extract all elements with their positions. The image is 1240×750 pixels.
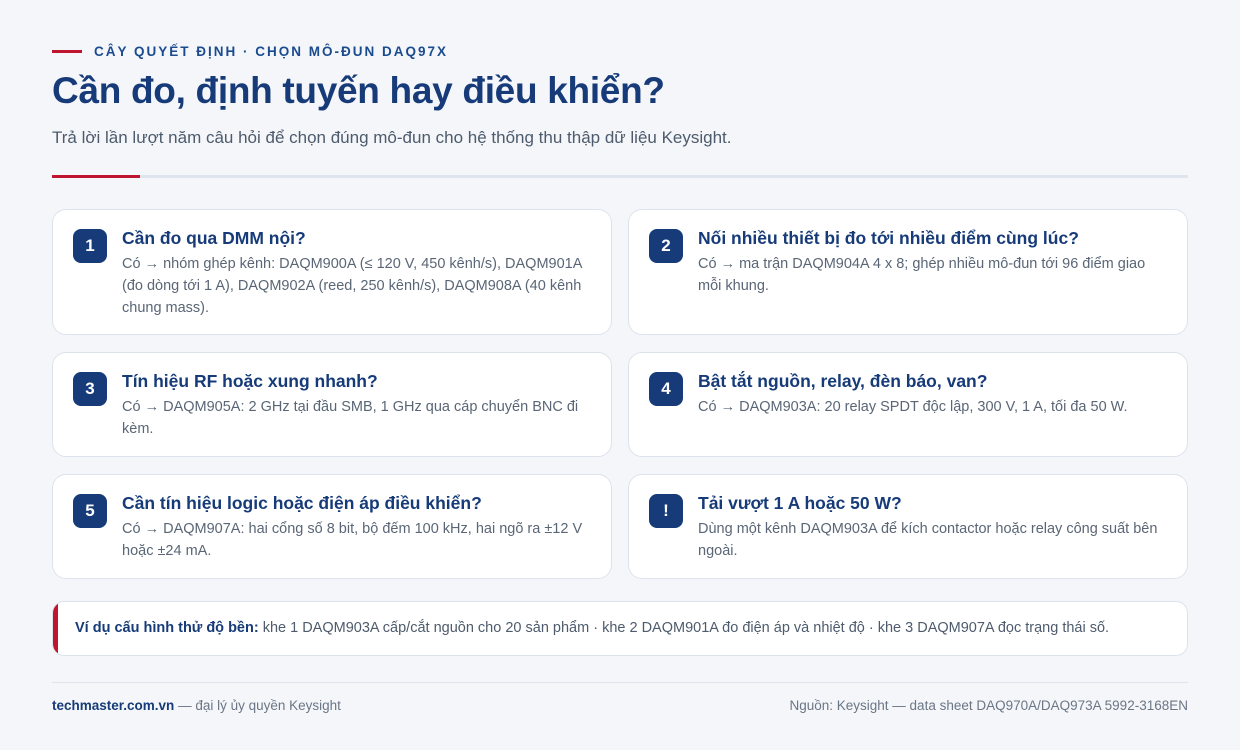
- header-divider: [52, 175, 1188, 178]
- card-answer: Có → DAQM905A: 2 GHz tại đầu SMB, 1 GHz …: [122, 399, 579, 437]
- example-body: khe 1 DAQM903A cấp/cắt nguồn cho 20 sản …: [258, 620, 1110, 636]
- card-question: Tín hiệu RF hoặc xung nhanh?: [122, 371, 378, 391]
- card-question: Bật tắt nguồn, relay, đèn báo, van?: [698, 371, 988, 391]
- example-callout: Ví dụ cấu hình thử độ bền: khe 1 DAQM903…: [52, 601, 1188, 656]
- step-badge: 5: [73, 494, 107, 528]
- question-card-4: 4 Bật tắt nguồn, relay, đèn báo, van? Có…: [628, 352, 1188, 457]
- step-badge: 4: [649, 372, 683, 406]
- warning-badge: !: [649, 494, 683, 528]
- footer-credit: techmaster.com.vn — đại lý ủy quyền Keys…: [52, 698, 341, 713]
- card-question: Tải vượt 1 A hoặc 50 W?: [698, 493, 902, 513]
- card-answer: Có → DAQM903A: 20 relay SPDT độc lập, 30…: [698, 399, 1128, 415]
- example-label: Ví dụ cấu hình thử độ bền:: [75, 620, 259, 636]
- eyebrow-text: CÂY QUYẾT ĐỊNH · CHỌN MÔ-ĐUN DAQ97X: [94, 44, 449, 59]
- card-answer: Có → DAQM907A: hai cổng số 8 bit, bộ đếm…: [122, 521, 583, 559]
- step-badge: 3: [73, 372, 107, 406]
- card-question: Nối nhiều thiết bị đo tới nhiều điểm cùn…: [698, 228, 1079, 248]
- callout-accent-bar: [53, 602, 58, 655]
- step-badge: 2: [649, 229, 683, 263]
- step-badge: 1: [73, 229, 107, 263]
- card-answer: Có → nhóm ghép kênh: DAQM900A (≤ 120 V, …: [122, 256, 582, 316]
- footer-site-note: — đại lý ủy quyền Keysight: [174, 698, 341, 713]
- page-title: Cần đo, định tuyến hay điều khiển?: [52, 70, 665, 111]
- card-answer: Dùng một kênh DAQM903A để kích contactor…: [698, 521, 1158, 559]
- footer-divider: [52, 682, 1188, 683]
- card-question: Cần tín hiệu logic hoặc điện áp điều khi…: [122, 493, 482, 513]
- question-card-1: 1 Cần đo qua DMM nội? Có → nhóm ghép kên…: [52, 209, 612, 335]
- warning-card: ! Tải vượt 1 A hoặc 50 W? Dùng một kênh …: [628, 474, 1188, 579]
- footer-source: Nguồn: Keysight — data sheet DAQ970A/DAQ…: [789, 698, 1188, 713]
- card-answer: Có → ma trận DAQM904A 4 x 8; ghép nhiều …: [698, 256, 1146, 294]
- card-question: Cần đo qua DMM nội?: [122, 228, 306, 248]
- footer-site[interactable]: techmaster.com.vn: [52, 698, 174, 713]
- page-subtitle: Trả lời lần lượt năm câu hỏi để chọn đún…: [52, 128, 732, 147]
- question-card-2: 2 Nối nhiều thiết bị đo tới nhiều điểm c…: [628, 209, 1188, 335]
- divider-accent: [52, 175, 140, 178]
- question-card-3: 3 Tín hiệu RF hoặc xung nhanh? Có → DAQM…: [52, 352, 612, 457]
- eyebrow: CÂY QUYẾT ĐỊNH · CHỌN MÔ-ĐUN DAQ97X: [52, 44, 448, 59]
- example-text: Ví dụ cấu hình thử độ bền: khe 1 DAQM903…: [75, 620, 1173, 636]
- question-card-5: 5 Cần tín hiệu logic hoặc điện áp điều k…: [52, 474, 612, 579]
- eyebrow-accent-line: [52, 50, 82, 53]
